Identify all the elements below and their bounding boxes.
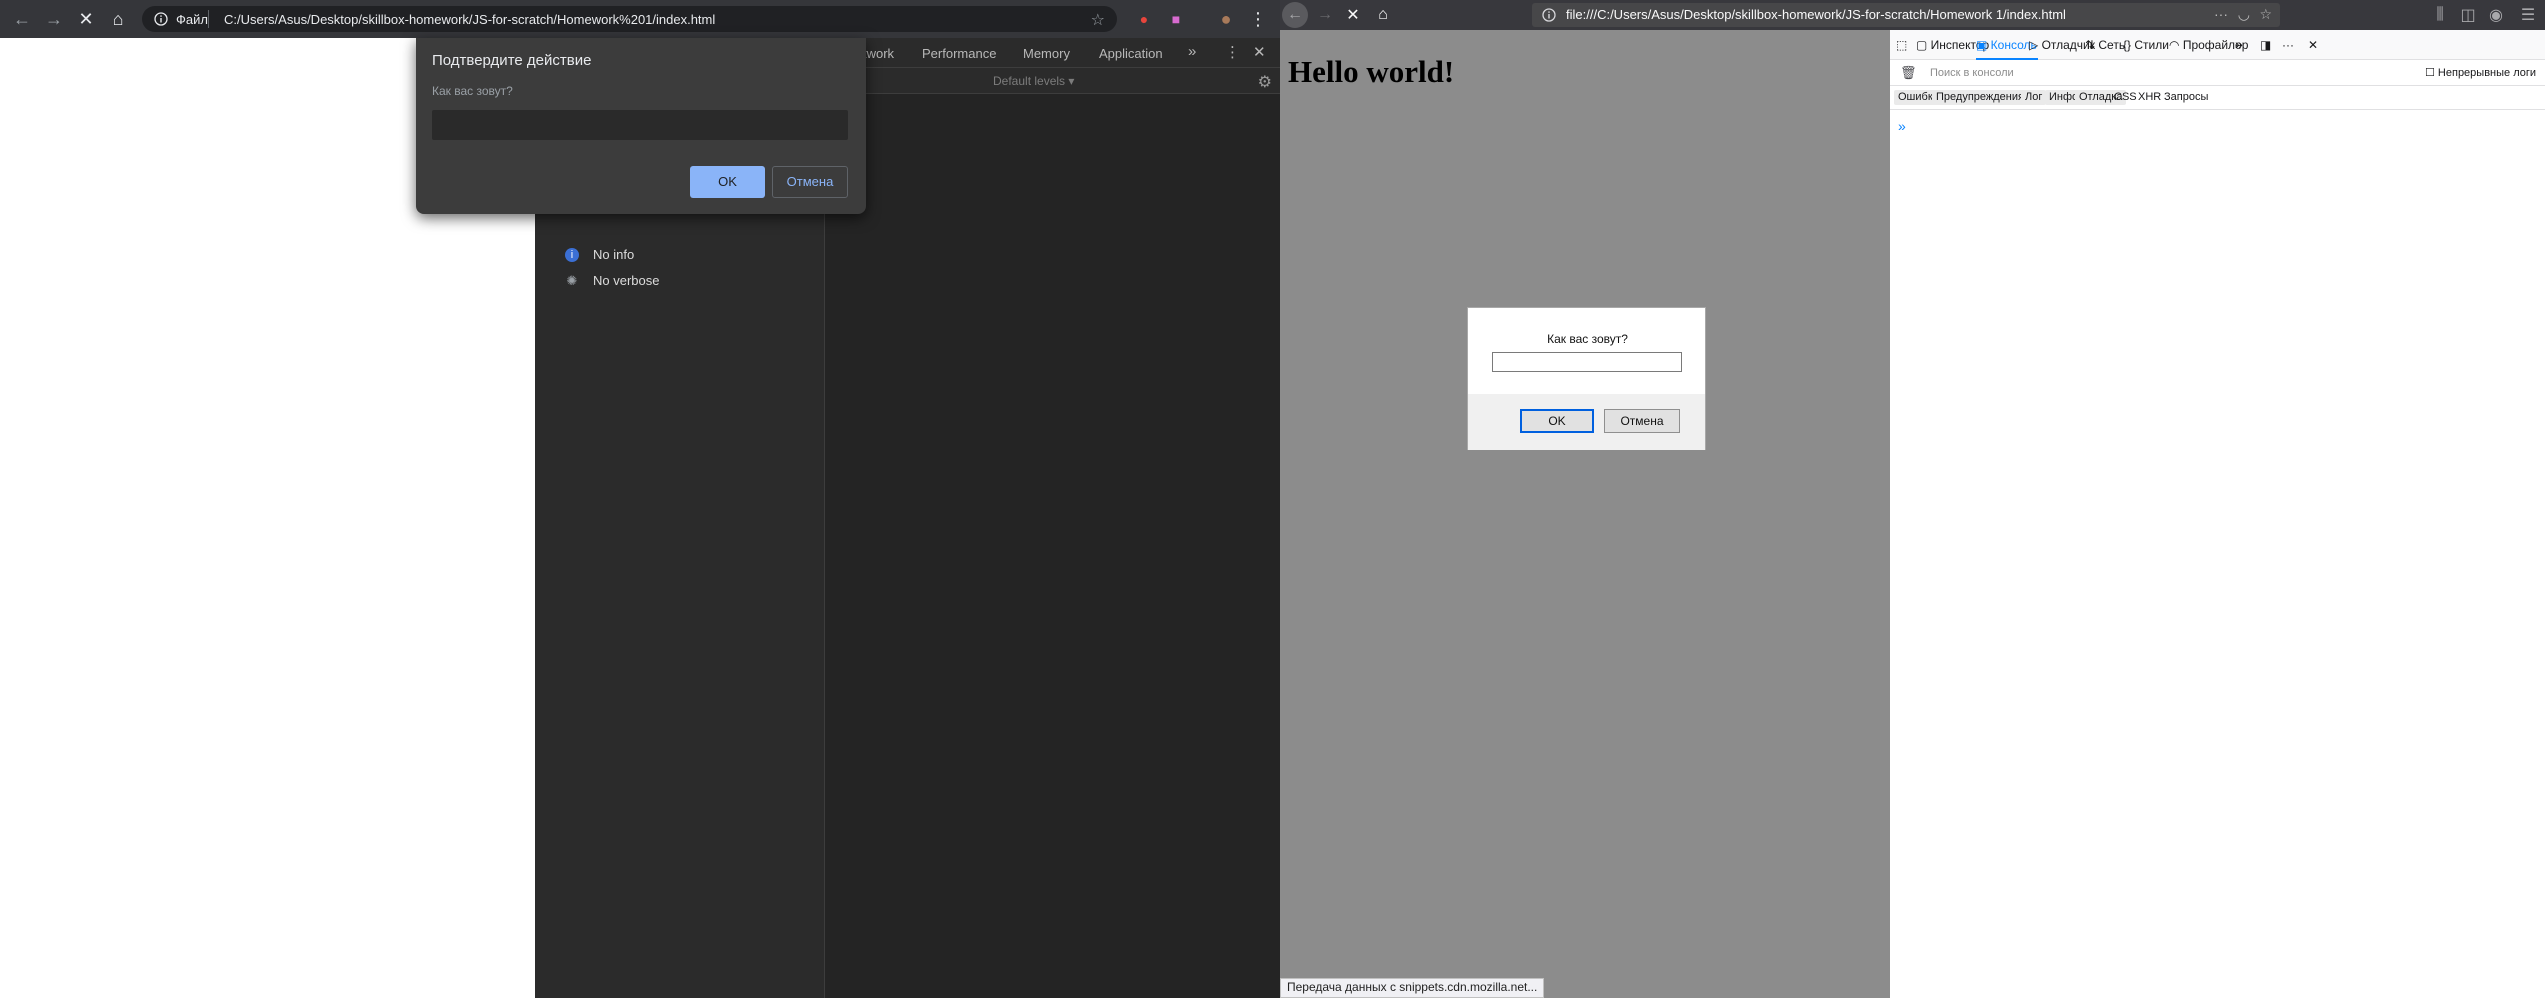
forward-icon[interactable]: → [1312, 2, 1338, 28]
omnibox-divider [208, 10, 209, 28]
sidebar-item-label: No verbose [593, 273, 660, 288]
forward-icon[interactable]: → [40, 5, 68, 33]
dialog-title: Подтвердите действие [432, 52, 592, 69]
console-input-prompt[interactable]: » [1898, 118, 1906, 134]
tab-memory[interactable]: Memory [1023, 46, 1070, 61]
status-bar: Передача данных с snippets.cdn.mozilla.n… [1280, 978, 1545, 998]
tab-console[interactable]: ▣ Консоль [1976, 38, 2037, 52]
firefox-address-bar[interactable]: file:///C:/Users/Asus/Desktop/skillbox-h… [1532, 3, 2280, 27]
sidebar-item-label: No info [593, 247, 635, 262]
stop-loading-icon[interactable]: ✕ [72, 5, 100, 33]
home-icon[interactable]: ⌂ [1370, 2, 1396, 28]
chrome-prompt-dialog: Подтвердите действие Как вас зовут? OK О… [416, 38, 866, 214]
devtools-options-icon[interactable]: ··· [2282, 38, 2294, 52]
console-sidebar: i No info ✺ No verbose [535, 94, 825, 998]
close-devtools-icon[interactable]: ✕ [1253, 43, 1266, 61]
firefox-prompt-dialog: Как вас зовут? OK Отмена [1467, 307, 1706, 450]
filter-requests-button[interactable]: Запросы [2160, 90, 2212, 105]
stop-loading-icon[interactable]: ✕ [1340, 2, 1366, 28]
more-tabs-icon[interactable]: » [2235, 36, 2243, 52]
dialog-message: Как вас зовут? [432, 84, 513, 98]
page-heading: Hello world! [1288, 54, 1455, 89]
file-scheme-label: Файл [176, 12, 208, 27]
firefox-toolbar: ← → ✕ ⌂ file:///C:/Users/Asus/Desktop/sk… [1280, 0, 2545, 30]
persist-logs-label: Непрерывные логи [2437, 67, 2537, 79]
profile-avatar-icon[interactable]: ● [1212, 5, 1240, 33]
tab-network[interactable]: twork [863, 46, 894, 61]
tab-performance[interactable]: Performance [922, 46, 996, 61]
devtools-tab-bar: ⬚ ▢ Инспектор ▣ Консоль ▷ Отладчик ⇅ Сет… [1890, 30, 2545, 60]
prompt-input[interactable] [432, 110, 848, 140]
firefox-url-text[interactable]: file:///C:/Users/Asus/Desktop/skillbox-h… [1566, 7, 2066, 22]
firefox-window: ← → ✕ ⌂ file:///C:/Users/Asus/Desktop/sk… [1280, 0, 2545, 998]
chrome-toolbar: ← → ✕ ⌂ Файл C:/Users/Asus/Desktop/skill… [0, 0, 1280, 38]
clear-console-trash-icon[interactable]: 🗑 [1900, 65, 1917, 81]
extension-red-icon[interactable]: ● [1130, 5, 1158, 33]
info-icon[interactable] [154, 12, 168, 26]
dialog-message: Как вас зовут? [1547, 332, 1628, 346]
chrome-address-bar[interactable]: Файл C:/Users/Asus/Desktop/skillbox-home… [142, 6, 1117, 32]
firefox-page-viewport: Hello world! Передача данных с snippets.… [1280, 30, 1890, 998]
chrome-url-text[interactable]: C:/Users/Asus/Desktop/skillbox-homework/… [224, 12, 715, 27]
sidebar-icon[interactable]: ◫ [2455, 2, 2481, 28]
console-level-filters: Ошибки Предупреждения Лог Инфо Отладка C… [1890, 86, 2545, 110]
back-icon[interactable]: ← [8, 5, 36, 33]
dock-layout-icon[interactable]: ◨ [2260, 38, 2271, 52]
info-icon: i [565, 248, 579, 262]
firefox-devtools-panel: ⬚ ▢ Инспектор ▣ Консоль ▷ Отладчик ⇅ Сет… [1890, 30, 2545, 998]
filter-log-button[interactable]: Лог [2021, 90, 2047, 105]
back-icon[interactable]: ← [1282, 2, 1308, 28]
extension-pink-icon[interactable]: ■ [1162, 5, 1190, 33]
console-filter-input[interactable]: Поиск в консоли [1930, 67, 2014, 79]
console-settings-gear-icon[interactable]: ⚙ [1258, 72, 1272, 92]
more-tabs-icon[interactable]: » [1188, 43, 1196, 60]
hamburger-menu-icon[interactable]: ☰ [2515, 2, 2541, 28]
prompt-input[interactable] [1492, 352, 1682, 372]
pocket-icon[interactable]: ◡ [2238, 6, 2250, 23]
tab-style-editor[interactable]: {} Стили [2123, 38, 2169, 52]
element-picker-icon[interactable]: ⬚ [1896, 38, 1907, 52]
tab-label: Сеть [2098, 38, 2126, 52]
library-icon[interactable]: ⫼ [2427, 2, 2453, 28]
info-icon[interactable] [1542, 8, 1556, 22]
bookmark-star-icon[interactable]: ☆ [2259, 6, 2272, 23]
persist-logs-checkbox[interactable]: ☐ Непрерывные логи [2425, 66, 2536, 79]
page-actions-icon[interactable]: ··· [2214, 6, 2228, 22]
ok-button[interactable]: OK [1520, 409, 1594, 433]
dialog-footer: OK Отмена [1468, 394, 1705, 450]
close-devtools-icon[interactable]: ✕ [2308, 38, 2318, 52]
tab-network[interactable]: ⇅ Сеть [2085, 38, 2125, 52]
account-icon[interactable]: ◉ [2483, 2, 2509, 28]
chrome-menu-icon[interactable]: ⋮ [1244, 5, 1272, 33]
filter-warnings-button[interactable]: Предупреждения [1932, 90, 2028, 105]
chrome-window: ← → ✕ ⌂ Файл C:/Users/Asus/Desktop/skill… [0, 0, 1280, 998]
console-filter-bar: 🗑 Поиск в консоли ☐ Непрерывные логи [1890, 60, 2545, 86]
bookmark-star-icon[interactable]: ☆ [1091, 10, 1105, 30]
ok-button[interactable]: OK [690, 166, 765, 198]
devtools-menu-icon[interactable]: ⋮ [1225, 43, 1240, 61]
tab-application[interactable]: Application [1099, 46, 1163, 61]
cancel-button[interactable]: Отмена [1604, 409, 1680, 433]
tab-label: Стили [2134, 38, 2169, 52]
home-icon[interactable]: ⌂ [104, 5, 132, 33]
cancel-button[interactable]: Отмена [772, 166, 848, 198]
bug-icon: ✺ [566, 273, 578, 288]
log-levels-dropdown[interactable]: Default levels ▾ [993, 74, 1074, 88]
